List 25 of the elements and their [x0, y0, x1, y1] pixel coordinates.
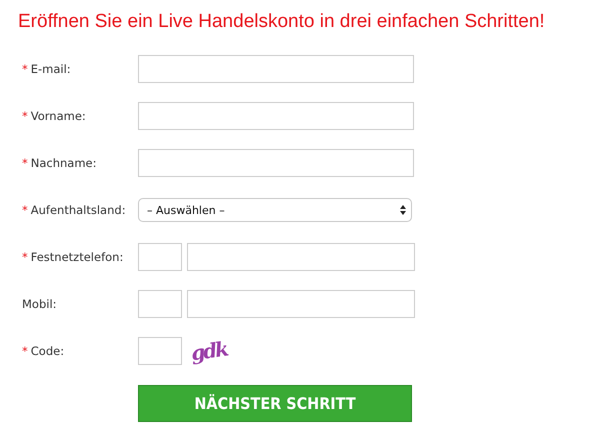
- text-field[interactable]: [138, 55, 414, 83]
- text-field[interactable]: [138, 149, 414, 177]
- area-code-field[interactable]: [138, 290, 182, 318]
- dropdown[interactable]: – Auswählen –: [138, 198, 412, 222]
- phone-number-field[interactable]: [187, 243, 415, 271]
- field-label: Code:: [30, 344, 64, 358]
- field-label: Nachname:: [30, 156, 96, 170]
- required-mark: *: [22, 156, 28, 170]
- field-label: Vorname:: [30, 109, 86, 123]
- required-mark: *: [22, 203, 28, 217]
- phone-number-field[interactable]: [187, 290, 415, 318]
- required-mark: *: [22, 109, 28, 123]
- area-code-field[interactable]: [138, 243, 182, 271]
- code-field[interactable]: [138, 337, 182, 365]
- required-mark: *: [22, 250, 28, 264]
- captcha-image: gdk: [190, 336, 228, 366]
- required-mark: *: [22, 344, 28, 358]
- page-title: Eröffnen Sie ein Live Handelskonto in drei einfachen Schritten!: [18, 11, 546, 33]
- field-label: Mobil:: [22, 297, 57, 311]
- text-field[interactable]: [138, 102, 414, 130]
- required-mark: *: [22, 62, 28, 76]
- field-label: Festnetztelefon:: [30, 250, 124, 264]
- field-label: E-mail:: [30, 62, 71, 76]
- field-label: Aufenthaltsland:: [30, 203, 126, 217]
- dropdown-arrows-icon: [400, 205, 406, 215]
